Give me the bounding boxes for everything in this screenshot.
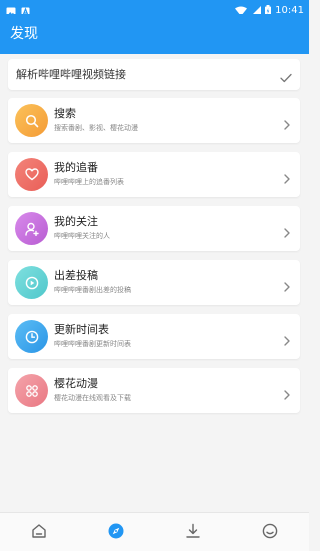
list-item-search[interactable]: 搜索 搜索番剧、影视、樱花动漫	[8, 98, 300, 143]
chevron-right-icon	[284, 223, 290, 242]
smile-icon[interactable]	[261, 522, 279, 540]
search-icon	[15, 104, 48, 137]
item-title: 更新时间表	[54, 323, 109, 336]
heart-icon	[15, 158, 48, 191]
item-subtitle: 哔哩哔哩关注的人	[54, 232, 110, 240]
parse-link-label: 解析哔哩哔哩视频链接	[16, 68, 126, 81]
check-icon[interactable]	[280, 68, 292, 87]
item-title: 樱花动漫	[54, 377, 98, 390]
item-title: 我的追番	[54, 161, 98, 174]
grid-icon	[15, 374, 48, 407]
bottom-navigation	[0, 512, 309, 551]
play-icon	[15, 266, 48, 299]
list-item-my-follows[interactable]: 我的关注 哔哩哔哩关注的人	[8, 206, 300, 251]
item-subtitle: 樱花动漫在线观看及下载	[54, 394, 131, 402]
item-subtitle: 搜索番剧、影视、樱花动漫	[54, 124, 138, 132]
item-subtitle: 哔哩哔哩番剧出差的投稿	[54, 286, 131, 294]
chevron-right-icon	[284, 385, 290, 404]
compass-icon[interactable]	[107, 522, 125, 540]
chevron-right-icon	[284, 277, 290, 296]
item-title: 我的关注	[54, 215, 98, 228]
status-bar: 10:41	[0, 0, 309, 17]
page-title: 发现	[10, 26, 38, 42]
app-bar: 发现	[0, 14, 309, 54]
user-follow-icon	[15, 212, 48, 245]
chevron-right-icon	[284, 169, 290, 188]
item-subtitle: 哔哩哔哩番剧更新时间表	[54, 340, 131, 348]
home-icon[interactable]	[30, 522, 48, 540]
item-title: 搜索	[54, 107, 76, 120]
list-item-schedule[interactable]: 更新时间表 哔哩哔哩番剧更新时间表	[8, 314, 300, 359]
list-item-overseas-uploads[interactable]: 出差投稿 哔哩哔哩番剧出差的投稿	[8, 260, 300, 305]
item-title: 出差投稿	[54, 269, 98, 282]
clock-icon	[15, 320, 48, 353]
download-icon[interactable]	[184, 522, 202, 540]
list-item-my-bangumi[interactable]: 我的追番 哔哩哔哩上的追番列表	[8, 152, 300, 197]
item-subtitle: 哔哩哔哩上的追番列表	[54, 178, 124, 186]
chevron-right-icon	[284, 331, 290, 350]
list-item-sakura-anime[interactable]: 樱花动漫 樱花动漫在线观看及下载	[8, 368, 300, 413]
chevron-right-icon	[284, 115, 290, 134]
parse-link-card[interactable]: 解析哔哩哔哩视频链接	[8, 59, 300, 90]
